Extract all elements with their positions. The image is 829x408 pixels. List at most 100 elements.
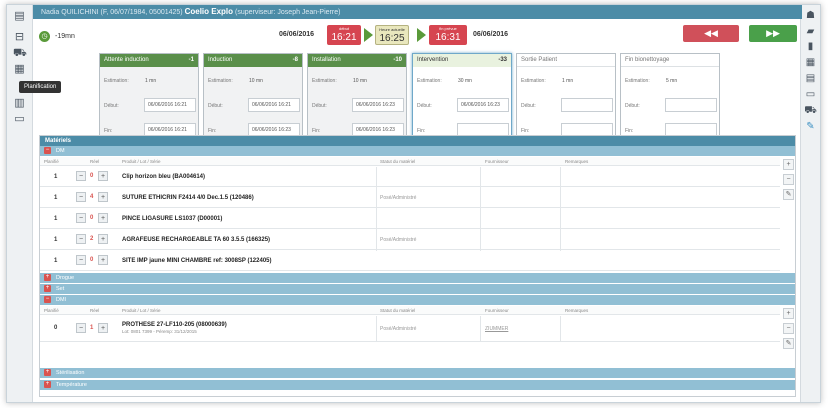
chat-icon[interactable]: ▤ <box>13 10 26 22</box>
decrement-button[interactable]: − <box>76 192 86 202</box>
product-name: PROTHESE 27-LF110-205 (08000639) <box>122 322 227 328</box>
col-reel: Réel <box>90 159 100 164</box>
increment-button[interactable]: + <box>98 255 108 265</box>
dmi-column-headers: Planifié Réel Produit / Lot / Série Stat… <box>40 306 780 315</box>
supplier-link[interactable]: ZIUMMER <box>485 326 508 332</box>
start-label: Début: <box>521 103 536 109</box>
estimation-label: Estimation: <box>104 78 129 84</box>
decrement-button[interactable]: − <box>76 234 86 244</box>
end-date: 06/06/2016 <box>473 31 509 38</box>
edit-icon[interactable]: ✎ <box>804 121 817 133</box>
increment-button[interactable]: + <box>98 171 108 181</box>
start-field[interactable]: 06/06/2016 16:23 <box>457 98 509 112</box>
bed-icon[interactable]: ⊟ <box>13 31 26 43</box>
estimation-value: 10 mn <box>249 78 263 84</box>
back-button[interactable]: ◀◀ <box>683 25 739 42</box>
sterilisation-section-header[interactable]: + Stérilisation <box>40 368 795 378</box>
start-time-label: début <box>338 26 349 31</box>
clipboard-icon[interactable]: ▥ <box>13 97 26 109</box>
table-row[interactable]: 1 − 4 + SUTURE ETHICRIN F2414 4/0 Dec.1.… <box>40 188 780 208</box>
increment-button[interactable]: + <box>98 213 108 223</box>
temperature-section-header[interactable]: + Température <box>40 380 795 390</box>
phase-fin-bionettoyage[interactable]: Fin bionettoyage Estimation: 5 mn Début: … <box>620 53 720 143</box>
phase-induction[interactable]: Induction -8 Estimation: 10 mn Début: 06/06… <box>203 53 303 143</box>
comment-icon[interactable]: ▰ <box>804 26 817 38</box>
end-label: Fin: <box>104 128 113 134</box>
remove-button[interactable]: − <box>783 323 794 334</box>
document-icon[interactable]: ▭ <box>13 113 26 125</box>
col-fournisseur: Fournisseur <box>485 308 509 313</box>
increment-button[interactable]: + <box>98 323 108 333</box>
start-field[interactable] <box>561 98 613 112</box>
drogue-section-header[interactable]: + Drogue <box>40 273 795 283</box>
decrement-button[interactable]: − <box>76 171 86 181</box>
current-time-box: Heure actuelle 16:25 <box>375 25 409 45</box>
add-button[interactable]: + <box>783 308 794 319</box>
planned-qty: 1 <box>54 195 58 201</box>
estimation-label: Estimation: <box>312 78 337 84</box>
phase-delta: -33 <box>498 57 507 63</box>
phase-intervention[interactable]: Intervention -33 Estimation: 30 mn Début: 0… <box>412 53 512 143</box>
start-time-value: 16:21 <box>331 32 357 43</box>
increment-button[interactable]: + <box>98 234 108 244</box>
phase-name: Fin bionettoyage <box>625 57 670 63</box>
phase-header: Induction -8 <box>204 54 302 67</box>
planning-icon[interactable]: ▦ <box>13 63 26 75</box>
medication-icon[interactable]: ▮ <box>804 41 817 53</box>
dmi-section-header[interactable]: − DMI <box>40 295 795 305</box>
col-produit: Produit / Lot / Série <box>122 159 161 164</box>
table-row[interactable]: 0 − 1 + PROTHESE 27-LF110-205 (08000639)… <box>40 316 780 342</box>
decrement-button[interactable]: − <box>76 255 86 265</box>
truck-icon[interactable]: ⛟ <box>804 105 817 117</box>
table-row[interactable]: 1 − 0 + PINCE LIGASURE LS1037 (D00001) <box>40 209 780 229</box>
start-field[interactable]: 06/06/2016 16:21 <box>144 98 196 112</box>
table-icon[interactable]: ▦ <box>804 57 817 69</box>
set-section-header[interactable]: + Set <box>40 284 795 294</box>
dm-section-header[interactable]: − DM <box>40 146 795 156</box>
table-row[interactable]: 1 − 0 + Clip horizon bleu (BA004614) <box>40 167 780 187</box>
column-divider <box>560 316 561 342</box>
title-bar: Nadia QUILICHINI (F, 06/07/1984, 0500142… <box>33 5 802 19</box>
start-field[interactable]: 06/06/2016 16:23 <box>352 98 404 112</box>
expand-icon[interactable]: + <box>44 274 51 282</box>
checklist-icon[interactable]: ▤ <box>804 73 817 85</box>
decrement-button[interactable]: − <box>76 213 86 223</box>
edit-pencil-button[interactable]: ✎ <box>783 338 794 349</box>
estimation-value: 30 mn <box>458 78 472 84</box>
clock-icon: ◷ <box>39 31 50 42</box>
phase-installation[interactable]: Installation -10 Estimation: 10 mn Début: 0… <box>307 53 407 143</box>
planned-qty: 0 <box>54 325 58 331</box>
forward-button[interactable]: ▶▶ <box>749 25 797 42</box>
start-field[interactable]: 06/06/2016 16:21 <box>248 98 300 112</box>
expand-icon[interactable]: + <box>44 369 51 377</box>
remove-button[interactable]: − <box>783 174 794 185</box>
col-reel: Réel <box>90 308 100 313</box>
end-label: Fin: <box>417 128 426 134</box>
dm-label: DM <box>56 148 65 154</box>
report-icon[interactable]: ▭ <box>804 89 817 101</box>
planned-qty: 1 <box>54 258 58 264</box>
supervisor-info: (superviseur: Joseph Jean-Pierre) <box>235 9 341 16</box>
phase-sortie-patient[interactable]: Sortie Patient Estimation: 1 mn Début: Fi… <box>516 53 616 143</box>
users-icon[interactable]: ☗ <box>804 10 817 22</box>
end-time-label: fin prévue <box>439 26 457 31</box>
table-row[interactable]: 1 − 2 + AGRAFEUSE RECHARGEABLE TA 60 3.5… <box>40 230 780 250</box>
expand-icon[interactable]: + <box>44 285 51 293</box>
edit-pencil-button[interactable]: ✎ <box>783 189 794 200</box>
phase-attente-induction[interactable]: Attente induction -1 Estimation: 1 mn Débu… <box>99 53 199 143</box>
expand-icon[interactable]: + <box>44 381 51 389</box>
collapse-icon[interactable]: − <box>44 296 51 304</box>
current-time-value: 16:25 <box>379 33 405 44</box>
dmi-label: DMI <box>56 297 67 303</box>
ambulance-icon[interactable]: ⛟ <box>13 47 27 59</box>
increment-button[interactable]: + <box>98 192 108 202</box>
collapse-icon[interactable]: − <box>44 147 51 155</box>
start-label: Début: <box>208 103 223 109</box>
phase-header: Installation -10 <box>308 54 406 67</box>
decrement-button[interactable]: − <box>76 323 86 333</box>
col-remarques: Remarques <box>565 159 589 164</box>
table-row[interactable]: 1 − 0 + SITE IMP jaune MINI CHAMBRE ref:… <box>40 251 780 271</box>
start-field[interactable] <box>665 98 717 112</box>
add-button[interactable]: + <box>783 159 794 170</box>
current-time-label: Heure actuelle <box>379 27 405 32</box>
